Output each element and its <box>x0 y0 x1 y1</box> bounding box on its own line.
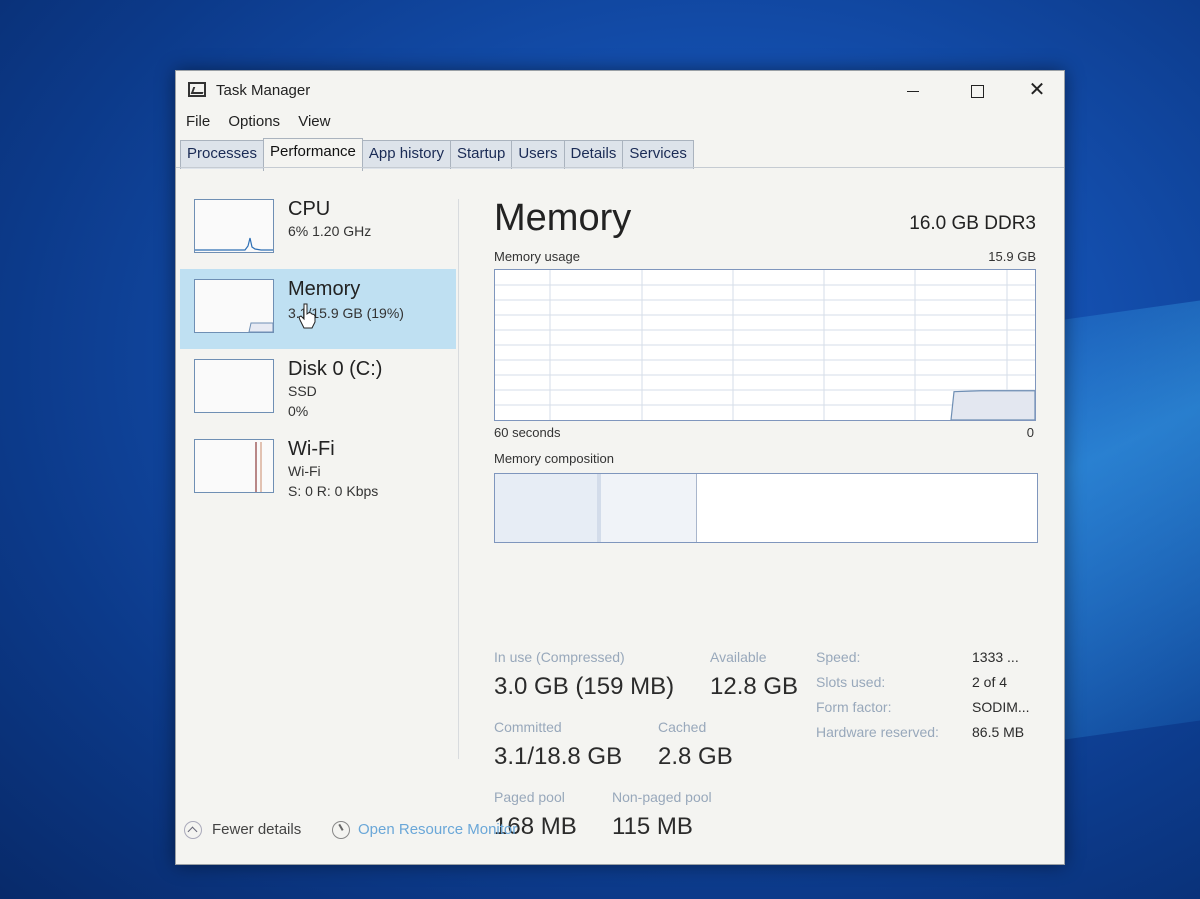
sidebar-cpu-title: CPU <box>288 198 331 220</box>
cached-label: Cached <box>658 719 707 735</box>
window-title: Task Manager <box>216 82 311 99</box>
menu-bar: File Options View <box>186 113 344 135</box>
in-use-value: 3.0 GB (159 MB) <box>494 673 675 700</box>
available-value: 12.8 GB <box>710 673 799 700</box>
in-use-label: In use (Compressed) <box>494 649 625 665</box>
sidebar-memory-title: Memory <box>288 278 361 300</box>
close-icon: ✕ <box>1028 79 1046 101</box>
memory-usage-svg <box>495 270 1036 421</box>
disk-thumbnail-graph <box>194 359 274 413</box>
memory-usage-area <box>950 390 1036 421</box>
tab-app-history[interactable]: App history <box>361 140 451 169</box>
minimize-button[interactable] <box>890 75 936 105</box>
sidebar-divider <box>458 199 459 759</box>
sidebar-wifi-throughput: S: 0 R: 0 Kbps <box>288 483 379 499</box>
sidebar-item-wifi[interactable]: Wi-Fi Wi-Fi S: 0 R: 0 Kbps <box>180 429 456 509</box>
composition-in-use <box>495 474 598 542</box>
committed-value: 3.1/18.8 GB <box>494 743 623 770</box>
sidebar-item-cpu[interactable]: CPU 6% 1.20 GHz <box>180 189 456 269</box>
available-label: Available <box>710 649 767 665</box>
hand-cursor-icon <box>298 303 316 329</box>
hardware-reserved-value: 86.5 MB <box>972 724 1025 740</box>
resource-monitor-icon <box>332 821 350 840</box>
tab-strip: Processes Performance App history Startu… <box>180 138 694 171</box>
tab-services[interactable]: Services <box>622 140 694 169</box>
maximize-icon <box>970 84 984 98</box>
fewer-details-button[interactable]: Fewer details <box>184 821 302 840</box>
sidebar-disk-type: SSD <box>288 383 317 399</box>
title-bar[interactable]: Task Manager ✕ <box>176 71 1064 109</box>
menu-options[interactable]: Options <box>228 113 280 130</box>
tab-divider <box>176 167 1064 168</box>
memory-usage-graph <box>494 269 1036 421</box>
resource-sidebar: CPU 6% 1.20 GHz Memory 3.1/15.9 GB (19%)… <box>180 189 456 509</box>
paged-pool-label: Paged pool <box>494 789 565 805</box>
memory-composition-label: Memory composition <box>494 451 614 466</box>
page-title: Memory <box>494 197 632 239</box>
task-manager-window: Task Manager ✕ File Options View Process… <box>175 70 1065 865</box>
fewer-details-label: Fewer details <box>212 821 302 838</box>
sidebar-cpu-usage: 6% 1.20 GHz <box>288 223 372 239</box>
tab-startup[interactable]: Startup <box>449 140 513 169</box>
menu-view[interactable]: View <box>298 113 330 130</box>
memory-composition-bar <box>494 473 1038 543</box>
chevron-up-icon <box>184 821 202 840</box>
graph-axis-left: 60 seconds <box>494 425 561 440</box>
menu-file[interactable]: File <box>186 113 210 130</box>
slots-used-value: 2 of 4 <box>972 674 1008 690</box>
open-resource-monitor-link[interactable]: Open Resource Monitor <box>332 821 518 840</box>
open-resource-monitor-label: Open Resource Monitor <box>358 821 518 838</box>
form-factor-value: SODIM... <box>972 699 1030 715</box>
sidebar-item-memory[interactable]: Memory 3.1/15.9 GB (19%) <box>180 269 456 349</box>
sidebar-disk-usage: 0% <box>288 403 309 419</box>
memory-thumbnail-graph <box>194 279 274 333</box>
cpu-thumbnail-graph <box>194 199 274 253</box>
sidebar-wifi-title: Wi-Fi <box>288 438 335 460</box>
memory-usage-label: Memory usage <box>494 249 580 264</box>
graph-axis-right: 0 <box>1026 425 1034 440</box>
composition-standby <box>600 474 698 542</box>
hardware-reserved-label: Hardware reserved: <box>816 724 939 740</box>
committed-label: Committed <box>494 719 562 735</box>
sidebar-item-disk[interactable]: Disk 0 (C:) SSD 0% <box>180 349 456 429</box>
non-paged-pool-label: Non-paged pool <box>612 789 712 805</box>
wifi-thumbnail-graph <box>194 439 274 493</box>
sidebar-disk-title: Disk 0 (C:) <box>288 358 383 380</box>
speed-value: 1333 ... <box>972 649 1019 665</box>
tab-processes[interactable]: Processes <box>180 140 265 169</box>
minimize-icon <box>907 90 919 92</box>
form-factor-label: Form factor: <box>816 699 892 715</box>
close-button[interactable]: ✕ <box>1014 75 1060 105</box>
memory-spec: 16.0 GB DDR3 <box>909 213 1036 234</box>
memory-usage-max: 15.9 GB <box>988 249 1036 264</box>
maximize-button[interactable] <box>954 75 1000 105</box>
slots-used-label: Slots used: <box>816 674 886 690</box>
task-manager-icon <box>188 82 206 97</box>
speed-label: Speed: <box>816 649 861 665</box>
sidebar-wifi-adapter: Wi-Fi <box>288 463 321 479</box>
non-paged-pool-value: 115 MB <box>612 813 693 840</box>
tab-users[interactable]: Users <box>511 140 565 169</box>
cached-value: 2.8 GB <box>658 743 733 770</box>
tab-details[interactable]: Details <box>563 140 624 169</box>
